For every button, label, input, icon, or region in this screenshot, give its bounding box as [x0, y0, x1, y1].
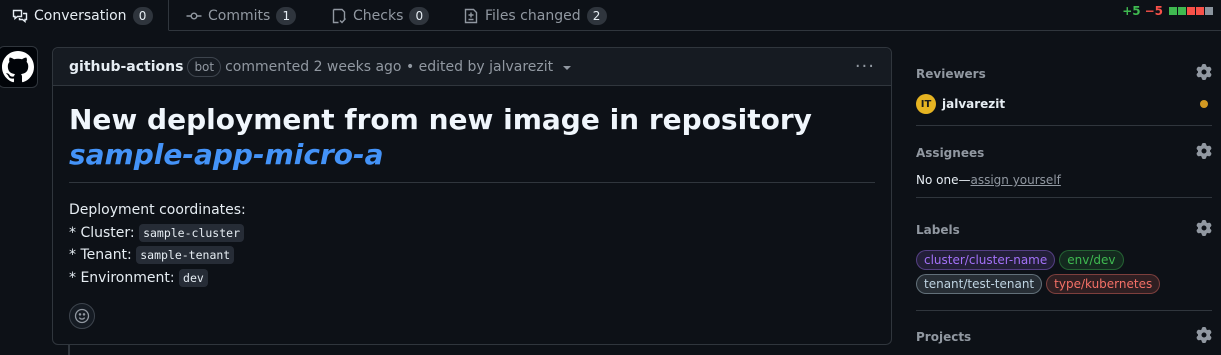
sidebar-divider	[916, 197, 1212, 198]
smiley-icon	[74, 308, 90, 324]
coords-row-cluster: * Cluster: sample-cluster	[69, 222, 875, 245]
comment-meta: commented 2 weeks ago • edited by jalvar…	[225, 58, 554, 75]
diffstat-blocks	[1169, 7, 1213, 15]
labels-section: Labels cluster/cluster-name env/dev tena…	[916, 220, 1212, 294]
assignees-gear-icon[interactable]	[1196, 143, 1212, 163]
coords-value: sample-cluster	[139, 223, 244, 242]
diffstat-block	[1178, 7, 1186, 15]
diffstat: +5 −5	[1122, 4, 1213, 18]
no-assignee-text: No one—	[916, 173, 971, 187]
pr-tab-bar: Conversation 0 Commits 1 Checks 0 Files …	[0, 0, 1221, 31]
reviewers-title: Reviewers	[916, 67, 986, 81]
assignees-title: Assignees	[916, 146, 985, 160]
edit-history-caret-icon[interactable]	[563, 65, 572, 70]
assign-yourself-link[interactable]: assign yourself	[970, 173, 1060, 187]
github-actions-avatar[interactable]	[0, 46, 38, 88]
label-env[interactable]: env/dev	[1059, 250, 1124, 270]
checklist-icon	[332, 8, 347, 24]
tab-conversation[interactable]: Conversation 0	[12, 0, 153, 31]
sidebar-divider	[916, 310, 1212, 311]
sidebar-divider	[916, 125, 1212, 126]
diffstat-block	[1196, 7, 1204, 15]
reviewer-avatar: IT	[916, 94, 936, 114]
projects-section: Projects	[916, 327, 1212, 347]
add-reaction-button[interactable]	[69, 303, 95, 329]
label-type[interactable]: type/kubernetes	[1046, 274, 1161, 294]
tab-checks[interactable]: Checks 0	[331, 0, 430, 31]
tab-label: Checks	[353, 7, 404, 24]
pr-description-comment: github-actions bot commented 2 weeks ago…	[52, 47, 892, 345]
tab-commits[interactable]: Commits 1	[186, 0, 297, 31]
repository-link[interactable]: sample-app-micro-a	[69, 138, 384, 171]
projects-title: Projects	[916, 330, 972, 344]
deployment-heading: New deployment from new image in reposit…	[69, 102, 875, 183]
comment-header: github-actions bot commented 2 weeks ago…	[53, 48, 891, 86]
tab-files-changed[interactable]: Files changed 2	[463, 0, 607, 31]
comment-options-kebab-icon[interactable]: ···	[855, 56, 875, 77]
diffstat-block	[1169, 7, 1177, 15]
git-commit-icon	[186, 11, 202, 19]
review-pending-icon	[1200, 100, 1208, 108]
reviewers-gear-icon[interactable]	[1196, 64, 1212, 84]
reviewer-name: jalvarezit	[942, 97, 1006, 111]
reviewers-section: Reviewers IT jalvarezit	[916, 64, 1212, 114]
label-cluster[interactable]: cluster/cluster-name	[916, 250, 1056, 270]
tab-label: Conversation	[34, 7, 127, 24]
deployment-coordinates: Deployment coordinates: * Cluster: sampl…	[69, 199, 875, 289]
coords-prefix: * Tenant:	[69, 247, 137, 263]
tab-label: Commits	[208, 7, 271, 24]
github-mark-icon	[2, 51, 34, 83]
coords-intro: Deployment coordinates:	[69, 202, 246, 218]
labels-title: Labels	[916, 223, 960, 237]
reviewer-row[interactable]: IT jalvarezit	[916, 94, 1212, 114]
heading-text: New deployment from new image in reposit…	[69, 103, 812, 136]
tab-counter: 0	[132, 6, 153, 25]
coords-value: dev	[179, 268, 208, 287]
comment-author[interactable]: github-actions	[69, 59, 183, 75]
file-diff-icon	[464, 8, 478, 23]
labels-gear-icon[interactable]	[1196, 220, 1212, 240]
labels-list: cluster/cluster-name env/dev tenant/test…	[916, 250, 1176, 294]
diffstat-deletions: −5	[1144, 4, 1163, 18]
comment-body: New deployment from new image in reposit…	[53, 86, 891, 305]
assignees-section: Assignees No one—assign yourself	[916, 143, 1212, 187]
diffstat-block	[1187, 7, 1195, 15]
timeline-line	[68, 345, 70, 355]
coords-value: sample-tenant	[136, 246, 235, 264]
tab-label: Files changed	[485, 7, 581, 24]
label-tenant[interactable]: tenant/test-tenant	[916, 274, 1043, 294]
coords-prefix: * Environment:	[69, 269, 180, 286]
assignee-line: No one—assign yourself	[916, 173, 1212, 187]
comment-discussion-icon	[12, 9, 28, 23]
tab-counter: 2	[586, 6, 607, 25]
coords-row-environment: * Environment: dev	[69, 267, 875, 290]
tab-counter: 1	[276, 6, 297, 25]
diffstat-additions: +5	[1122, 4, 1141, 18]
bot-badge: bot	[187, 56, 222, 77]
projects-gear-icon[interactable]	[1196, 327, 1212, 347]
tab-counter: 0	[409, 6, 430, 25]
coords-prefix: * Cluster:	[69, 224, 140, 241]
diffstat-block	[1205, 7, 1213, 15]
coords-row-tenant: * Tenant: sample-tenant	[69, 244, 875, 267]
